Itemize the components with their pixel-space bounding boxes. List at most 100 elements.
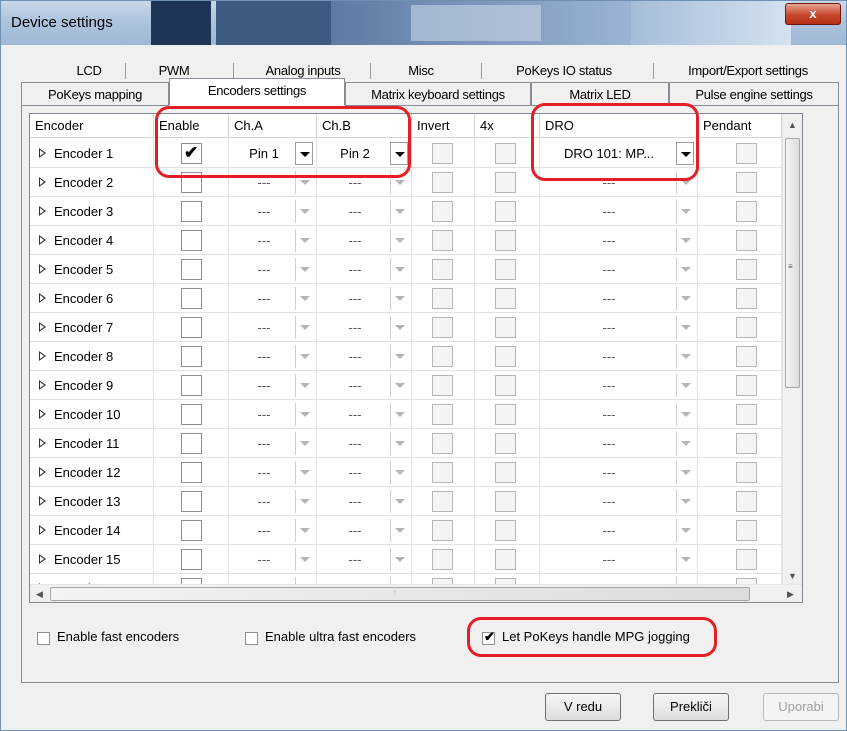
chb-dropdown[interactable]: --- — [321, 490, 389, 513]
fourx-checkbox[interactable] — [495, 288, 516, 309]
invert-checkbox[interactable] — [432, 259, 453, 280]
expand-icon[interactable] — [39, 409, 46, 419]
tab-pokeys-mapping[interactable]: PoKeys mapping — [21, 82, 169, 106]
expand-icon[interactable] — [39, 264, 46, 274]
invert-checkbox[interactable] — [432, 433, 453, 454]
cha-dropdown[interactable]: --- — [233, 258, 295, 281]
tab-pulse-engine-settings[interactable]: Pulse engine settings — [669, 82, 839, 106]
expand-icon[interactable] — [39, 351, 46, 361]
dro-dropdown[interactable]: --- — [544, 171, 674, 194]
chevron-down-icon[interactable] — [390, 548, 408, 571]
dro-dropdown[interactable]: --- — [544, 374, 674, 397]
invert-checkbox[interactable] — [432, 288, 453, 309]
pendant-checkbox[interactable] — [736, 520, 757, 541]
chevron-down-icon[interactable] — [676, 374, 694, 397]
table-row[interactable]: Encoder 8 --- --- --- — [30, 342, 782, 371]
expand-icon[interactable] — [39, 148, 46, 158]
table-row[interactable]: Encoder 7 --- --- --- — [30, 313, 782, 342]
chb-dropdown[interactable]: --- — [321, 171, 389, 194]
chevron-down-icon[interactable] — [390, 200, 408, 223]
chevron-down-icon[interactable] — [295, 200, 313, 223]
pendant-checkbox[interactable] — [736, 172, 757, 193]
pendant-checkbox[interactable] — [736, 404, 757, 425]
invert-checkbox[interactable] — [432, 462, 453, 483]
chevron-down-icon[interactable] — [676, 490, 694, 513]
expand-icon[interactable] — [39, 525, 46, 535]
invert-checkbox[interactable] — [432, 317, 453, 338]
chb-dropdown[interactable]: --- — [321, 519, 389, 542]
enable-checkbox[interactable] — [181, 549, 202, 570]
cha-dropdown[interactable]: Pin 1 — [233, 142, 295, 165]
ok-button[interactable]: V redu — [545, 693, 621, 721]
ultra-fast-encoders-checkbox[interactable] — [245, 632, 258, 645]
enable-checkbox[interactable] — [181, 230, 202, 251]
horizontal-scroll-thumb[interactable] — [50, 587, 750, 601]
cha-dropdown[interactable]: --- — [233, 229, 295, 252]
chevron-down-icon[interactable] — [676, 316, 694, 339]
fourx-checkbox[interactable] — [495, 520, 516, 541]
table-row[interactable]: Encoder 12 --- --- --- — [30, 458, 782, 487]
pendant-checkbox[interactable] — [736, 201, 757, 222]
table-row[interactable]: Encoder 3 --- --- --- — [30, 197, 782, 226]
pendant-checkbox[interactable] — [736, 259, 757, 280]
chevron-down-icon[interactable] — [676, 548, 694, 571]
chevron-down-icon[interactable] — [295, 229, 313, 252]
fourx-checkbox[interactable] — [495, 433, 516, 454]
column-header-cha[interactable]: Ch.A — [229, 114, 317, 138]
chevron-down-icon[interactable] — [295, 142, 313, 165]
cha-dropdown[interactable]: --- — [233, 432, 295, 455]
chevron-down-icon[interactable] — [390, 490, 408, 513]
expand-icon[interactable] — [39, 554, 46, 564]
enable-checkbox[interactable]: ✔ — [181, 143, 202, 164]
chb-dropdown[interactable]: --- — [321, 287, 389, 310]
fourx-checkbox[interactable] — [495, 259, 516, 280]
chevron-down-icon[interactable] — [676, 461, 694, 484]
column-header-pendant[interactable]: Pendant — [698, 114, 782, 138]
enable-checkbox[interactable] — [181, 375, 202, 396]
table-row[interactable]: Encoder 6 --- --- --- — [30, 284, 782, 313]
invert-checkbox[interactable] — [432, 143, 453, 164]
pendant-checkbox[interactable] — [736, 288, 757, 309]
chevron-down-icon[interactable] — [676, 519, 694, 542]
chevron-down-icon[interactable] — [295, 461, 313, 484]
cha-dropdown[interactable]: --- — [233, 287, 295, 310]
enable-checkbox[interactable] — [181, 404, 202, 425]
cancel-button[interactable]: Prekliči — [653, 693, 729, 721]
table-row[interactable]: Encoder 9 --- --- --- — [30, 371, 782, 400]
fourx-checkbox[interactable] — [495, 230, 516, 251]
fourx-checkbox[interactable] — [495, 491, 516, 512]
cha-dropdown[interactable]: --- — [233, 461, 295, 484]
dro-dropdown[interactable]: --- — [544, 519, 674, 542]
pendant-checkbox[interactable] — [736, 143, 757, 164]
dro-dropdown[interactable]: --- — [544, 200, 674, 223]
chevron-down-icon[interactable] — [295, 374, 313, 397]
enable-checkbox[interactable] — [181, 433, 202, 454]
chb-dropdown[interactable]: --- — [321, 316, 389, 339]
chevron-down-icon[interactable] — [390, 316, 408, 339]
scroll-left-icon[interactable]: ◀ — [36, 589, 43, 599]
tab-misc[interactable]: Misc — [391, 59, 451, 83]
chb-dropdown[interactable]: --- — [321, 548, 389, 571]
close-button[interactable]: x — [785, 3, 841, 25]
fourx-checkbox[interactable] — [495, 462, 516, 483]
enable-checkbox[interactable] — [181, 491, 202, 512]
table-row[interactable]: Encoder 13 --- --- --- — [30, 487, 782, 516]
invert-checkbox[interactable] — [432, 172, 453, 193]
dro-dropdown[interactable]: --- — [544, 432, 674, 455]
chevron-down-icon[interactable] — [390, 142, 408, 165]
chevron-down-icon[interactable] — [295, 403, 313, 426]
column-header-dro[interactable]: DRO — [540, 114, 698, 138]
column-header-4x[interactable]: 4x — [475, 114, 540, 138]
chevron-down-icon[interactable] — [390, 345, 408, 368]
fourx-checkbox[interactable] — [495, 172, 516, 193]
chevron-down-icon[interactable] — [295, 490, 313, 513]
enable-checkbox[interactable] — [181, 462, 202, 483]
pendant-checkbox[interactable] — [736, 317, 757, 338]
mpg-jogging-checkbox[interactable]: ✔ — [482, 629, 495, 645]
chevron-down-icon[interactable] — [295, 345, 313, 368]
chb-dropdown[interactable]: --- — [321, 403, 389, 426]
cha-dropdown[interactable]: --- — [233, 200, 295, 223]
dro-dropdown[interactable]: --- — [544, 316, 674, 339]
chevron-down-icon[interactable] — [390, 519, 408, 542]
chevron-down-icon[interactable] — [295, 171, 313, 194]
